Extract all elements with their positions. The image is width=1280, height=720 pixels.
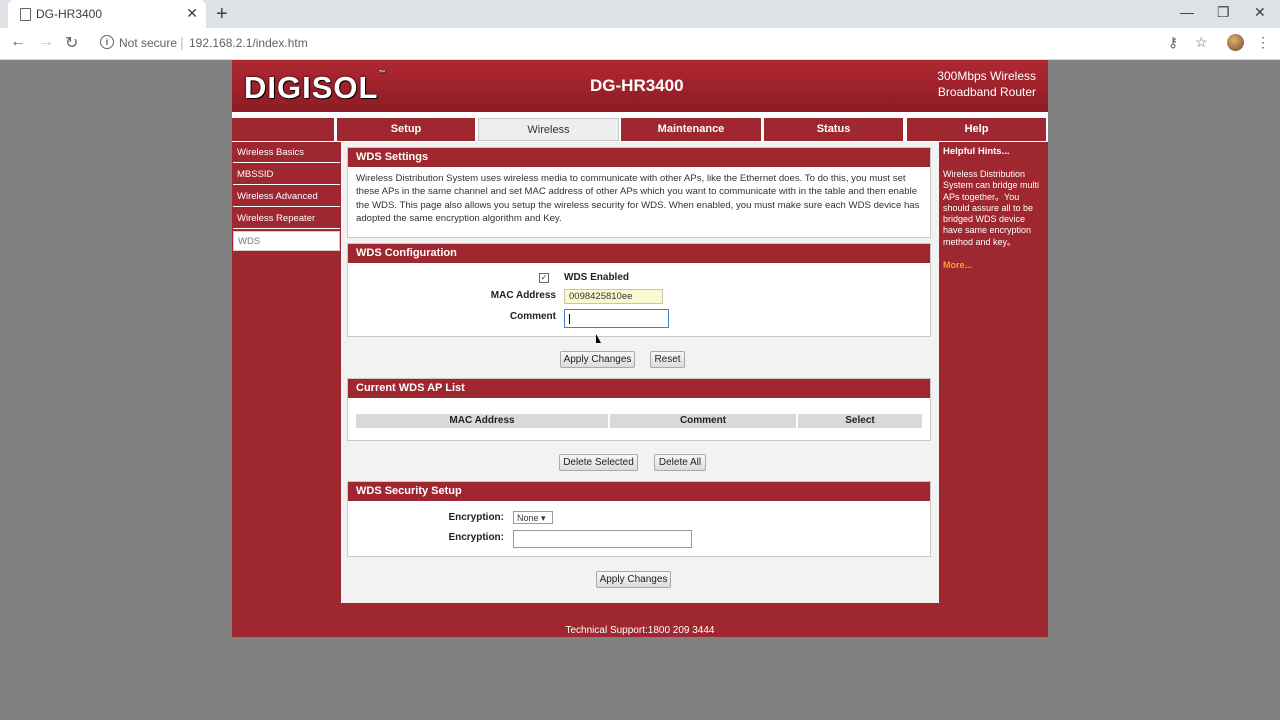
browser-tab[interactable]: DG-HR3400 ✕ (8, 0, 206, 28)
column-header-select: Select (798, 414, 922, 428)
forward-icon[interactable]: → (38, 33, 54, 51)
sidebar-item-wireless-advanced[interactable]: Wireless Advanced (233, 187, 340, 207)
sidebar: Wireless Basics MBSSID Wireless Advanced… (232, 142, 341, 603)
star-icon[interactable]: ☆ (1195, 34, 1208, 51)
hints-body: Wireless Distribution System can bridge … (943, 169, 1040, 247)
new-tab-icon[interactable]: + (216, 3, 228, 26)
router-page: DIGISOL™ DG-HR3400 300Mbps Wireless Broa… (232, 60, 1048, 637)
wds-ap-list-section: Current WDS AP List MAC Address Comment … (347, 378, 931, 441)
trademark-icon: ™ (378, 70, 387, 77)
wds-enabled-label: WDS Enabled (564, 272, 630, 283)
comment-label: Comment (509, 311, 556, 322)
delete-all-button[interactable]: Delete All (654, 454, 706, 471)
mac-address-field[interactable]: 0098425810ee (564, 289, 663, 304)
chevron-down-icon: ▾ (541, 513, 546, 523)
tagline: 300Mbps Wireless Broadband Router (937, 68, 1036, 100)
topnav-spacer (232, 118, 334, 141)
browser-toolbar: ← → ↻ i Not secure | 192.168.2.1/index.h… (0, 28, 1280, 60)
tab-status[interactable]: Status (764, 118, 903, 141)
wds-settings-title: WDS Settings (348, 148, 930, 167)
model-name: DG-HR3400 (590, 76, 684, 95)
tagline-line1: 300Mbps Wireless (937, 69, 1036, 83)
logo-text: DIGISOL (244, 70, 379, 105)
browser-tab-strip: DG-HR3400 ✕ + — ❐ ✕ (0, 0, 1280, 28)
tab-maintenance[interactable]: Maintenance (621, 118, 761, 141)
mouse-cursor-icon (596, 334, 601, 343)
not-secure-label: Not secure (119, 36, 178, 50)
encryption-label: Encryption: (448, 512, 504, 523)
key-icon[interactable]: ⚷ (1168, 34, 1178, 51)
footer: Technical Support:1800 209 3444 (232, 603, 1048, 637)
comment-field[interactable] (564, 309, 669, 328)
address-bar[interactable]: i Not secure | 192.168.2.1/index.htm (90, 31, 1160, 55)
reload-icon[interactable]: ↻ (65, 33, 78, 53)
tab-title: DG-HR3400 (36, 7, 103, 21)
mac-address-label: MAC Address (490, 290, 556, 301)
sidebar-item-wds[interactable]: WDS (233, 231, 340, 251)
digisol-logo: DIGISOL™ (244, 70, 386, 106)
column-header-mac: MAC Address (356, 414, 608, 428)
sidebar-item-mbssid[interactable]: MBSSID (233, 165, 340, 185)
technical-support-text: Technical Support:1800 209 3444 (565, 625, 715, 636)
encryption-key-field[interactable] (513, 530, 692, 548)
text-caret (569, 314, 570, 324)
wds-description: Wireless Distribution System uses wirele… (356, 173, 920, 224)
helpful-hints-panel: Helpful Hints... Wireless Distribution S… (939, 142, 1048, 603)
tagline-line2: Broadband Router (937, 85, 1036, 99)
wds-configuration-section: WDS Configuration ✓ WDS Enabled MAC Addr… (347, 243, 931, 337)
close-tab-icon[interactable]: ✕ (186, 5, 198, 22)
sidebar-item-wireless-basics[interactable]: Wireless Basics (233, 143, 340, 163)
profile-avatar[interactable] (1227, 34, 1244, 51)
wds-enabled-checkbox[interactable]: ✓ (539, 273, 549, 283)
tab-wireless[interactable]: Wireless (478, 118, 619, 141)
divider: | (180, 34, 184, 50)
encryption-select[interactable]: None ▾ (513, 511, 553, 524)
wds-security-title: WDS Security Setup (348, 482, 930, 501)
encryption-key-label: Encryption: (448, 532, 504, 543)
apply-changes-config-button[interactable]: Apply Changes (560, 351, 635, 368)
minimize-icon[interactable]: — (1180, 4, 1194, 20)
reset-button[interactable]: Reset (650, 351, 685, 368)
column-header-comment: Comment (610, 414, 796, 428)
page-icon (20, 8, 31, 21)
close-window-icon[interactable]: ✕ (1254, 4, 1266, 21)
wds-configuration-title: WDS Configuration (348, 244, 930, 263)
wds-settings-section: WDS Settings Wireless Distribution Syste… (347, 147, 931, 238)
url-text[interactable]: 192.168.2.1/index.htm (189, 36, 308, 50)
delete-selected-button[interactable]: Delete Selected (559, 454, 638, 471)
apply-changes-security-button[interactable]: Apply Changes (596, 571, 671, 588)
info-icon[interactable]: i (100, 35, 114, 49)
hints-title: Helpful Hints... (943, 146, 1010, 157)
back-icon[interactable]: ← (10, 33, 26, 51)
tab-setup[interactable]: Setup (337, 118, 475, 141)
wds-ap-list-title: Current WDS AP List (348, 379, 930, 398)
top-navigation: Setup Wireless Maintenance Status Help (232, 118, 1048, 142)
more-link[interactable]: More... (943, 260, 972, 270)
header-banner: DIGISOL™ DG-HR3400 300Mbps Wireless Broa… (232, 60, 1048, 112)
encryption-select-value: None (517, 513, 539, 523)
wds-security-section: WDS Security Setup Encryption: None ▾ En… (347, 481, 931, 557)
menu-icon[interactable]: ⋮ (1256, 34, 1270, 51)
main-content: WDS Settings Wireless Distribution Syste… (341, 142, 939, 603)
maximize-icon[interactable]: ❐ (1217, 4, 1230, 21)
tab-help[interactable]: Help (907, 118, 1046, 141)
sidebar-item-wireless-repeater[interactable]: Wireless Repeater (233, 209, 340, 229)
